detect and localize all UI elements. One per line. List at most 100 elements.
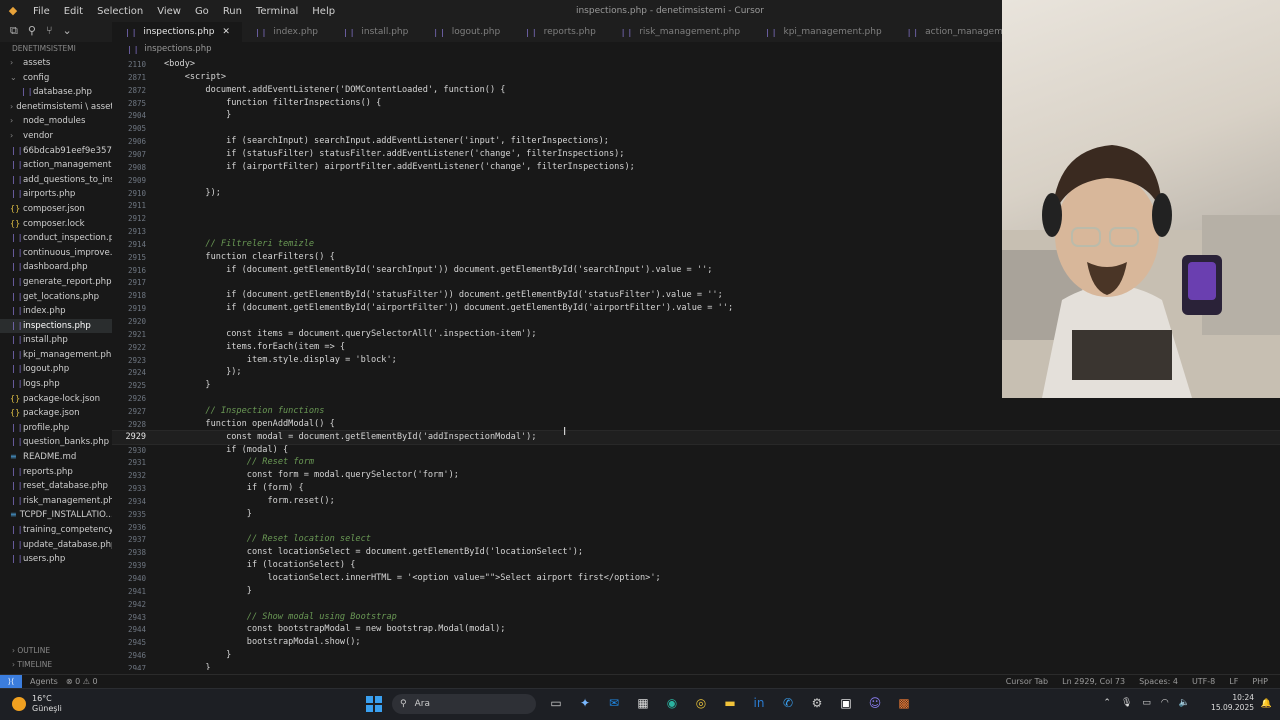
code-line[interactable]: 2927 // Inspection functions <box>112 405 1280 418</box>
code-line[interactable]: 2934 form.reset(); <box>112 495 1280 508</box>
twitter-icon[interactable]: ✆ <box>780 696 796 710</box>
linkedin-icon[interactable]: in <box>751 696 767 710</box>
language-mode[interactable]: PHP <box>1252 677 1268 686</box>
windows-start-icon[interactable] <box>366 696 382 712</box>
menu-item-help[interactable]: Help <box>305 6 342 17</box>
code-line[interactable]: 2935 } <box>112 508 1280 521</box>
code-line[interactable]: 2943 // Show modal using Bootstrap <box>112 611 1280 624</box>
code-line[interactable]: 2931 // Reset form <box>112 456 1280 469</box>
copilot-icon[interactable]: ✦ <box>577 696 593 710</box>
cursor-tab-status[interactable]: Cursor Tab <box>1006 677 1048 686</box>
wifi-icon[interactable]: ◠ <box>1161 698 1169 708</box>
code-line[interactable]: 2937 // Reset location select <box>112 533 1280 546</box>
menu-item-view[interactable]: View <box>150 6 188 17</box>
sidebar-item[interactable]: ❘❘ action_management... <box>0 158 112 173</box>
code-line[interactable]: 2942 <box>112 598 1280 611</box>
menu-item-selection[interactable]: Selection <box>90 6 150 17</box>
sidebar-item[interactable]: › node_modules <box>0 114 112 129</box>
tab-inspections-php[interactable]: ❘❘ inspections.php ✕ <box>112 22 242 42</box>
sidebar-item[interactable]: {} composer.json <box>0 202 112 217</box>
sidebar-item[interactable]: ⌄ config <box>0 71 112 86</box>
store-icon[interactable]: ▦ <box>635 696 651 710</box>
code-line[interactable]: 2938 const locationSelect = document.get… <box>112 546 1280 559</box>
menu-item-file[interactable]: File <box>26 6 57 17</box>
taskbar-clock[interactable]: 10:24 15.09.2025 <box>1211 693 1254 713</box>
close-icon[interactable]: ✕ <box>222 27 230 37</box>
sidebar-item[interactable]: › assets <box>0 56 112 71</box>
code-line[interactable]: 2928 function openAddModal() { <box>112 418 1280 431</box>
code-line[interactable]: 2944 const bootstrapModal = new bootstra… <box>112 623 1280 636</box>
task-view-icon[interactable]: ▭ <box>548 696 564 710</box>
sidebar-item[interactable]: ❘❘ airports.php <box>0 187 112 202</box>
tab-index-php[interactable]: ❘❘ index.php <box>242 22 330 42</box>
taskbar-search[interactable]: ⚲ Ara <box>392 694 536 714</box>
code-line[interactable]: 2930 if (modal) { <box>112 444 1280 457</box>
timeline-section[interactable]: › TIMELINE <box>12 660 52 669</box>
sidebar-item[interactable]: ❘❘ inspections.php <box>0 318 112 334</box>
cursor-position[interactable]: Ln 2929, Col 73 <box>1062 677 1125 686</box>
indentation[interactable]: Spaces: 4 <box>1139 677 1178 686</box>
agents-button[interactable]: Agents <box>30 677 58 686</box>
code-line[interactable]: 2941 } <box>112 585 1280 598</box>
code-line[interactable]: 2939 if (locationSelect) { <box>112 559 1280 572</box>
tab-install-php[interactable]: ❘❘ install.php <box>330 22 420 42</box>
chevron-down-icon[interactable]: ⌄ <box>63 24 72 38</box>
sidebar-item[interactable]: ❘❘ risk_management.php <box>0 494 112 509</box>
problems-indicator[interactable]: ⊗ 0 ⚠ 0 <box>66 677 98 686</box>
sidebar-item[interactable]: ❘❘ question_banks.php <box>0 435 112 450</box>
tab-kpi-management-php[interactable]: ❘❘ kpi_management.php <box>752 22 894 42</box>
weather-widget[interactable]: 16°C Güneşli <box>12 694 62 714</box>
sidebar-item[interactable]: ❘❘ database.php <box>0 85 112 100</box>
cursor-app-icon[interactable]: ▣ <box>838 696 854 710</box>
menu-item-go[interactable]: Go <box>188 6 216 17</box>
file-explorer-icon[interactable]: ▬ <box>722 696 738 710</box>
encoding[interactable]: UTF-8 <box>1192 677 1215 686</box>
menu-item-terminal[interactable]: Terminal <box>249 6 305 17</box>
sidebar-item[interactable]: ❘❘ dashboard.php <box>0 260 112 275</box>
sidebar-item[interactable]: ❘❘ kpi_management.php <box>0 348 112 363</box>
outline-section[interactable]: › OUTLINE <box>12 646 50 655</box>
sidebar-item[interactable]: ❘❘conduct_inspection.p... <box>0 231 112 246</box>
code-line[interactable]: 2946 } <box>112 649 1280 662</box>
sidebar-item[interactable]: › vendor <box>0 129 112 144</box>
breadcrumb-file[interactable]: inspections.php <box>144 44 211 54</box>
sidebar-item[interactable]: ❘❘ generate_report.php <box>0 275 112 290</box>
sidebar-item[interactable]: {} package-lock.json <box>0 392 112 407</box>
explorer-icon[interactable]: ⧉ <box>10 24 18 38</box>
sidebar-item[interactable]: ❘❘ update_database.php <box>0 538 112 553</box>
discord-icon[interactable]: ☺ <box>867 696 883 710</box>
source-control-icon[interactable]: ⑂ <box>46 24 53 38</box>
line-ending[interactable]: LF <box>1229 677 1238 686</box>
chrome-icon[interactable]: ◎ <box>693 696 709 710</box>
sidebar-item[interactable]: ❘❘ get_locations.php <box>0 290 112 305</box>
settings-icon[interactable]: ⚙ <box>809 696 825 710</box>
sidebar-item[interactable]: ≡ TCPDF_INSTALLATIO... <box>0 508 112 523</box>
sidebar-item[interactable]: {} composer.lock <box>0 217 112 232</box>
code-line[interactable]: 2933 if (form) { <box>112 482 1280 495</box>
remote-icon[interactable]: ⟩⟨ <box>0 674 22 689</box>
menu-item-run[interactable]: Run <box>216 6 249 17</box>
code-line[interactable]: 2945 bootstrapModal.show(); <box>112 636 1280 649</box>
sidebar-item[interactable]: › denetimsistemi \ asset... <box>0 100 112 115</box>
edge-icon[interactable]: ◉ <box>664 696 680 710</box>
search-icon[interactable]: ⚲ <box>28 24 36 38</box>
xampp-icon[interactable]: ▩ <box>896 696 912 710</box>
microphone-icon[interactable]: 🎙 <box>1121 698 1132 708</box>
sidebar-item[interactable]: ❘❘ reports.php <box>0 465 112 480</box>
sidebar-item[interactable]: {} package.json <box>0 406 112 421</box>
sidebar-item[interactable]: ❘❘ profile.php <box>0 421 112 436</box>
code-line[interactable]: 2929 const modal = document.getElementBy… <box>112 429 1280 445</box>
sidebar-item[interactable]: ❘❘ continuous_improve... <box>0 246 112 261</box>
tab-reports-php[interactable]: ❘❘ reports.php <box>512 22 608 42</box>
sidebar-item[interactable]: ❘❘ training_competency... <box>0 523 112 538</box>
sidebar-item[interactable]: ❘❘ users.php <box>0 552 112 567</box>
sidebar-item[interactable]: ❘❘ 66bdcab91eef9e357... <box>0 144 112 159</box>
display-icon[interactable]: ▭ <box>1142 698 1151 708</box>
sidebar-item[interactable]: ❘❘ reset_database.php <box>0 479 112 494</box>
sidebar-item[interactable]: ❘❘ index.php <box>0 304 112 319</box>
sidebar-item[interactable]: ❘❘ install.php <box>0 333 112 348</box>
chevron-up-icon[interactable]: ⌃ <box>1103 698 1111 708</box>
tab-logout-php[interactable]: ❘❘ logout.php <box>420 22 512 42</box>
tab-risk-management-php[interactable]: ❘❘ risk_management.php <box>608 22 752 42</box>
code-line[interactable]: 2940 locationSelect.innerHTML = '<option… <box>112 572 1280 585</box>
